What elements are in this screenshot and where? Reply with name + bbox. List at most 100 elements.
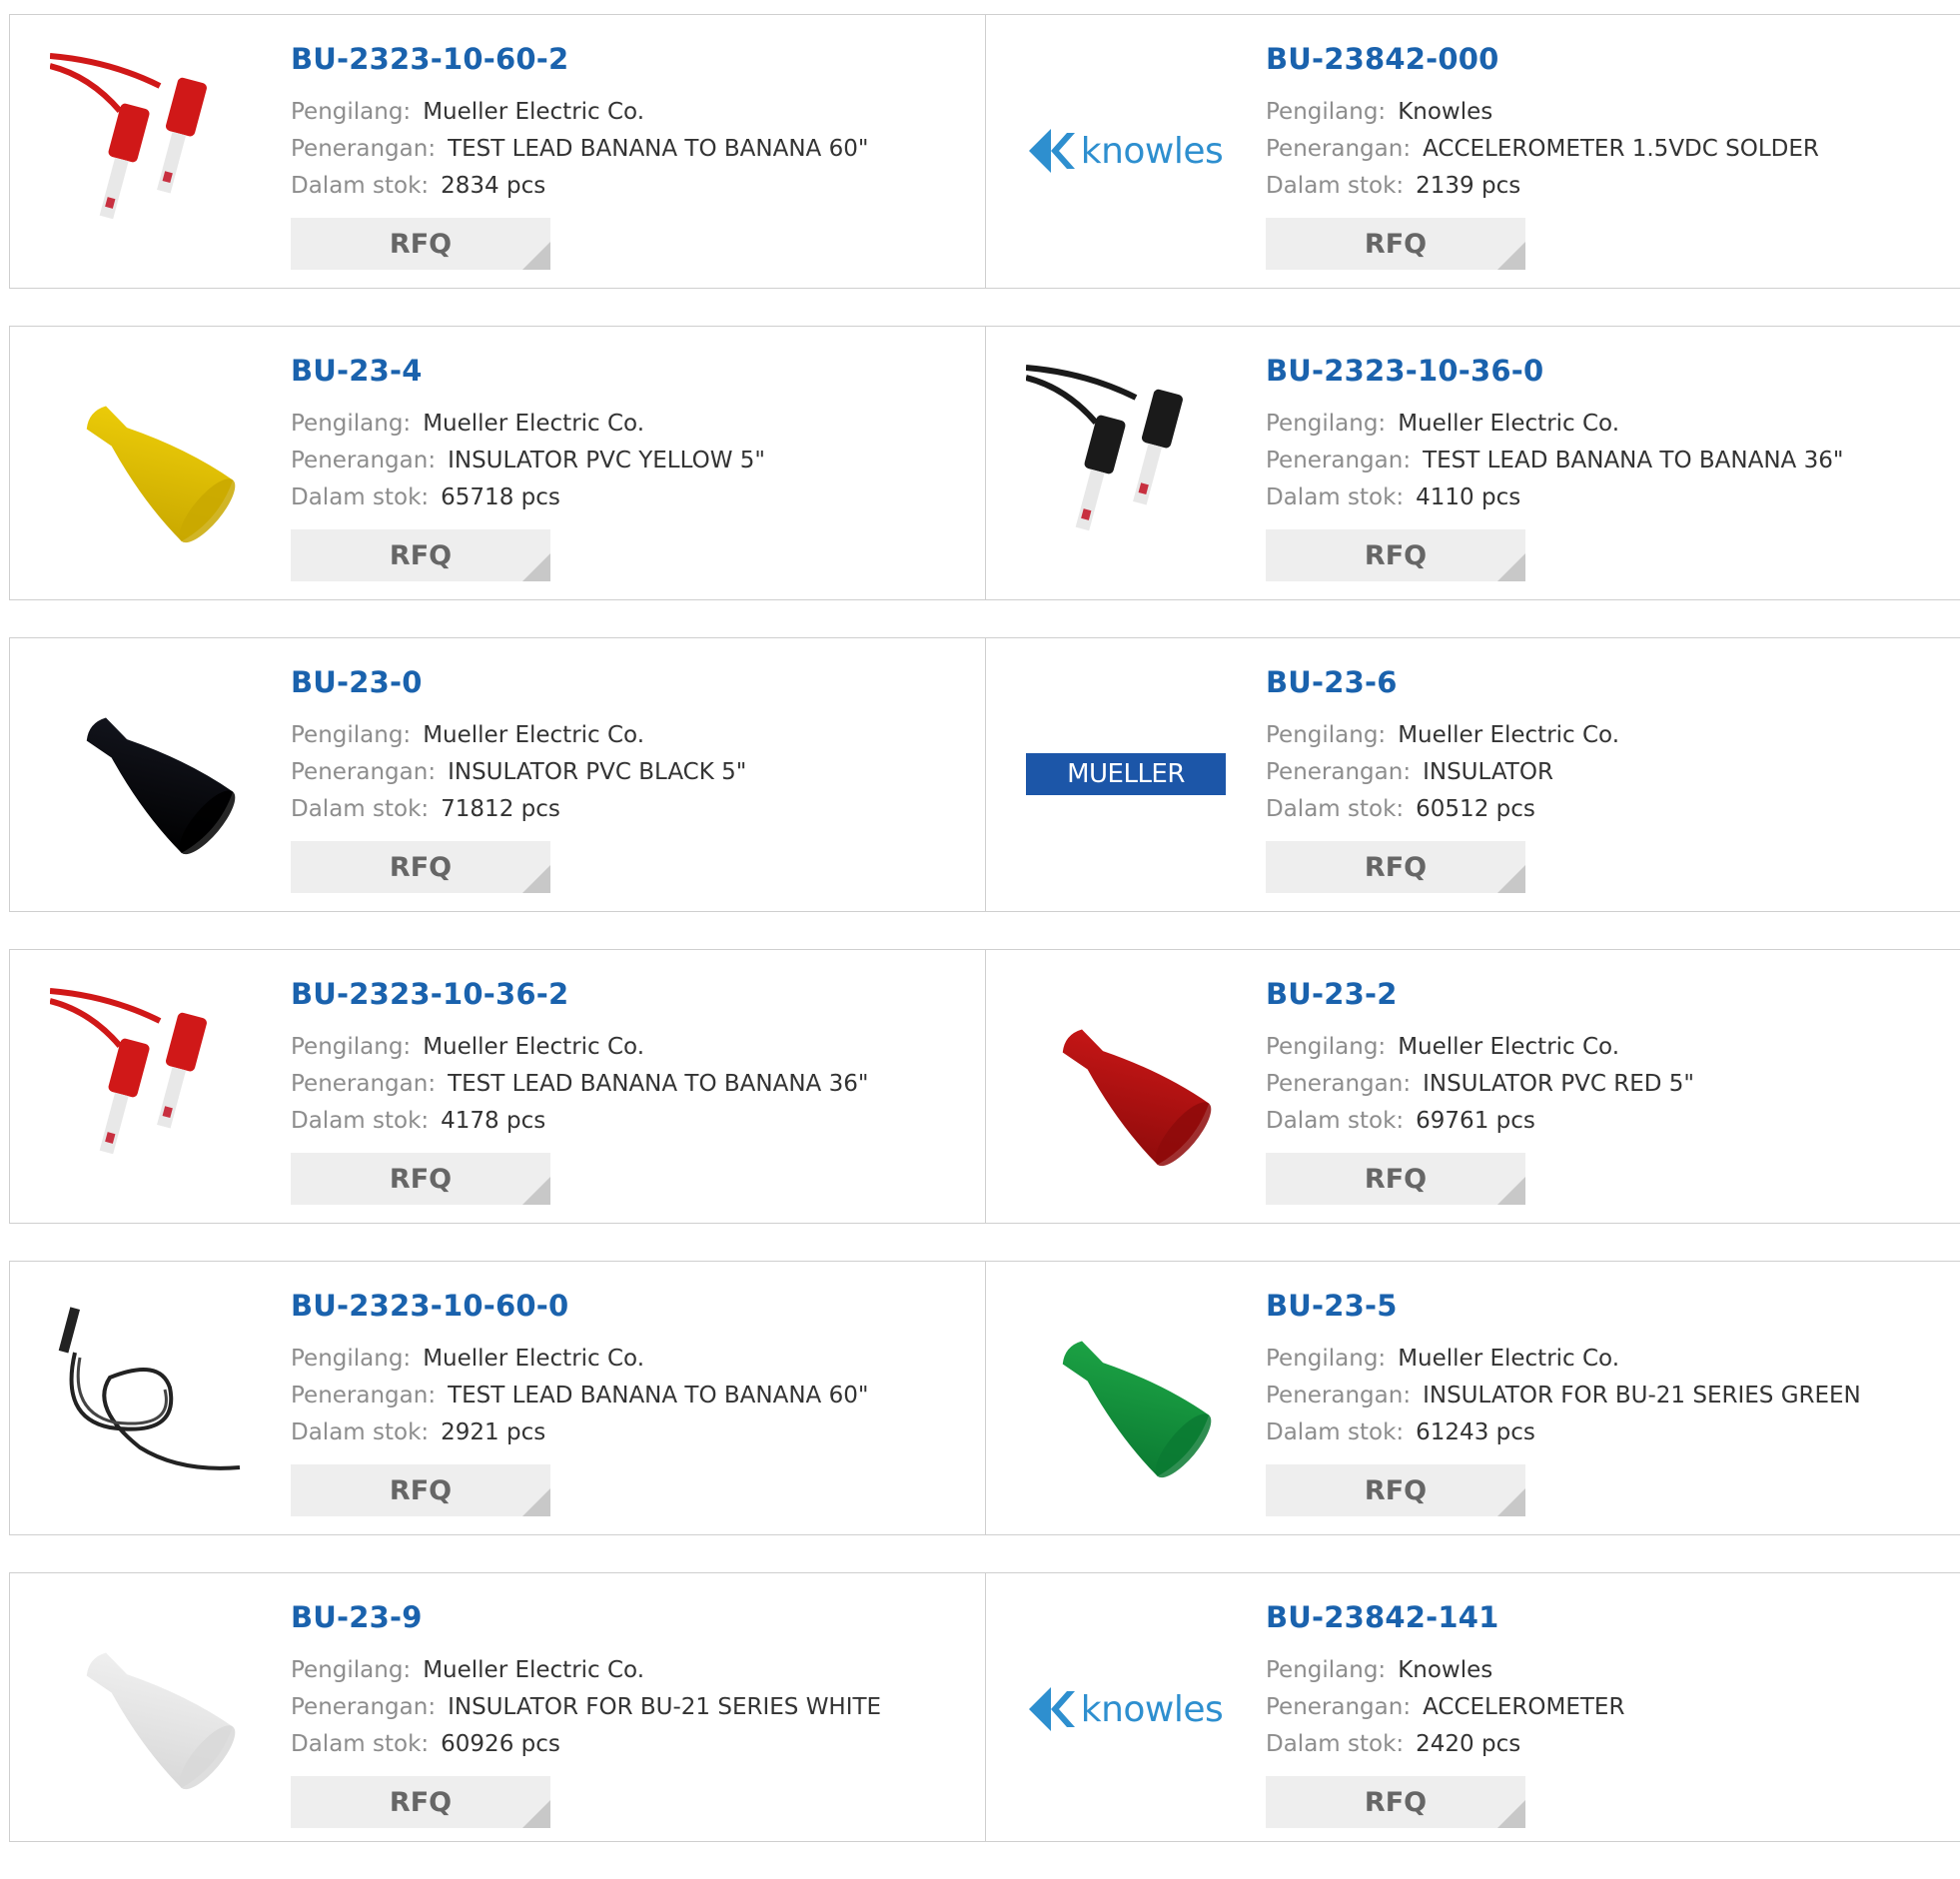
product-card: BU-2323-10-36-2 Pengilang: Mueller Electr… — [9, 949, 986, 1224]
product-image[interactable]: knowles — [1026, 51, 1226, 251]
stock-label: Dalam stok: — [1266, 1419, 1405, 1445]
description-value: TEST LEAD BANANA TO BANANA 36" — [448, 1071, 869, 1097]
product-info: BU-23-0 Pengilang: Mueller Electric Co. P… — [291, 668, 746, 893]
stock-label: Dalam stok: — [1266, 173, 1405, 199]
manufacturer-line: Pengilang: Mueller Electric Co. — [1266, 1341, 1861, 1378]
manufacturer-label: Pengilang: — [291, 1034, 412, 1060]
rfq-button[interactable]: RFQ — [1266, 841, 1525, 893]
stock-line: Dalam stok: 65718 pcs — [291, 479, 765, 516]
stock-line: Dalam stok: 2834 pcs — [291, 168, 868, 205]
rfq-button[interactable]: RFQ — [291, 841, 550, 893]
description-label: Penerangan: — [1266, 1383, 1412, 1409]
description-label: Penerangan: — [291, 448, 437, 473]
rfq-button[interactable]: RFQ — [291, 1153, 550, 1205]
rfq-button[interactable]: RFQ — [1266, 218, 1525, 270]
product-image[interactable] — [50, 51, 250, 251]
rfq-button[interactable]: RFQ — [1266, 1464, 1525, 1516]
part-number-link[interactable]: BU-23-6 — [1266, 668, 1619, 697]
corner-triangle-icon — [1497, 553, 1525, 581]
part-number-link[interactable]: BU-23842-141 — [1266, 1603, 1624, 1632]
product-card: BU-23-9 Pengilang: Mueller Electric Co. P… — [9, 1572, 986, 1842]
stock-line: Dalam stok: 2139 pcs — [1266, 168, 1819, 205]
product-card: knowles BU-23842-141 Pengilang: Knowles P… — [986, 1572, 1960, 1842]
product-image[interactable]: knowles — [1026, 1609, 1226, 1809]
manufacturer-line: Pengilang: Mueller Electric Co. — [291, 406, 765, 443]
stock-label: Dalam stok: — [291, 173, 430, 199]
part-number-link[interactable]: BU-2323-10-36-0 — [1266, 357, 1843, 386]
manufacturer-label: Pengilang: — [1266, 99, 1387, 125]
red-test-lead-image — [50, 988, 207, 1155]
description-label: Penerangan: — [1266, 448, 1412, 473]
stock-value: 2921 pcs — [441, 1419, 546, 1445]
part-number-link[interactable]: BU-23-5 — [1266, 1292, 1861, 1321]
manufacturer-label: Pengilang: — [1266, 411, 1387, 437]
description-line: Penerangan: INSULATOR FOR BU-21 SERIES WH… — [291, 1689, 881, 1726]
rfq-button[interactable]: RFQ — [291, 218, 550, 270]
green-insulator-image — [1062, 1341, 1212, 1478]
description-value: INSULATOR PVC BLACK 5" — [448, 759, 747, 785]
manufacturer-line: Pengilang: Mueller Electric Co. — [1266, 717, 1619, 754]
manufacturer-value: Mueller Electric Co. — [1398, 722, 1620, 748]
part-number-link[interactable]: BU-2323-10-60-0 — [291, 1292, 868, 1321]
rfq-button[interactable]: RFQ — [1266, 1776, 1525, 1828]
corner-triangle-icon — [1497, 1800, 1525, 1828]
red-test-lead-image — [50, 53, 207, 220]
rfq-label: RFQ — [1364, 539, 1428, 571]
part-number-link[interactable]: BU-23-2 — [1266, 980, 1694, 1009]
product-image[interactable] — [50, 363, 250, 562]
stock-label: Dalam stok: — [1266, 1108, 1405, 1134]
product-image[interactable] — [50, 1298, 250, 1497]
part-number-link[interactable]: BU-2323-10-60-2 — [291, 45, 868, 74]
manufacturer-line: Pengilang: Knowles — [1266, 1652, 1624, 1689]
rfq-button[interactable]: RFQ — [291, 1776, 550, 1828]
description-line: Penerangan: INSULATOR — [1266, 754, 1619, 791]
description-value: TEST LEAD BANANA TO BANANA 60" — [448, 136, 869, 162]
product-row: BU-23-4 Pengilang: Mueller Electric Co. P… — [9, 326, 1960, 600]
description-value: INSULATOR PVC YELLOW 5" — [448, 448, 765, 473]
corner-triangle-icon — [522, 1800, 550, 1828]
corner-triangle-icon — [522, 1488, 550, 1516]
product-image[interactable] — [1026, 986, 1226, 1186]
rfq-button[interactable]: RFQ — [291, 1464, 550, 1516]
description-value: TEST LEAD BANANA TO BANANA 60" — [448, 1383, 869, 1409]
rfq-button[interactable]: RFQ — [1266, 1153, 1525, 1205]
product-card: BU-2323-10-60-0 Pengilang: Mueller Electr… — [9, 1261, 986, 1535]
part-number-link[interactable]: BU-23842-000 — [1266, 45, 1819, 74]
part-number-link[interactable]: BU-23-4 — [291, 357, 765, 386]
part-number-link[interactable]: BU-23-0 — [291, 668, 746, 697]
manufacturer-value: Mueller Electric Co. — [1398, 1034, 1620, 1060]
product-image[interactable] — [1026, 1298, 1226, 1497]
product-card: BU-23-4 Pengilang: Mueller Electric Co. P… — [9, 326, 986, 600]
description-line: Penerangan: INSULATOR FOR BU-21 SERIES GR… — [1266, 1378, 1861, 1414]
corner-triangle-icon — [1497, 1488, 1525, 1516]
product-info: BU-2323-10-60-2 Pengilang: Mueller Electr… — [291, 45, 868, 270]
white-insulator-image — [86, 1652, 236, 1790]
yellow-insulator-image — [86, 406, 236, 543]
stock-value: 60926 pcs — [441, 1731, 560, 1757]
rfq-label: RFQ — [1364, 1474, 1428, 1506]
stock-value: 71812 pcs — [441, 796, 560, 822]
product-image[interactable]: MUELLER — [1026, 674, 1226, 874]
product-image[interactable] — [1026, 363, 1226, 562]
part-number-link[interactable]: BU-2323-10-36-2 — [291, 980, 868, 1009]
rfq-label: RFQ — [389, 1163, 453, 1195]
product-image[interactable] — [50, 986, 250, 1186]
stock-value: 4178 pcs — [441, 1108, 546, 1134]
description-line: Penerangan: TEST LEAD BANANA TO BANANA 36… — [291, 1066, 868, 1103]
rfq-button[interactable]: RFQ — [1266, 529, 1525, 581]
stock-line: Dalam stok: 61243 pcs — [1266, 1414, 1861, 1451]
stock-value: 61243 pcs — [1416, 1419, 1535, 1445]
product-info: BU-23-9 Pengilang: Mueller Electric Co. P… — [291, 1603, 881, 1828]
coiled-test-lead-image — [58, 1307, 241, 1470]
rfq-label: RFQ — [1364, 1163, 1428, 1195]
rfq-button[interactable]: RFQ — [291, 529, 550, 581]
stock-label: Dalam stok: — [1266, 1731, 1405, 1757]
product-image[interactable] — [50, 1609, 250, 1809]
part-number-link[interactable]: BU-23-9 — [291, 1603, 881, 1632]
rfq-label: RFQ — [389, 1474, 453, 1506]
product-image[interactable] — [50, 674, 250, 874]
product-row: BU-2323-10-60-2 Pengilang: Mueller Electr… — [9, 14, 1960, 289]
stock-value: 65718 pcs — [441, 484, 560, 510]
manufacturer-label: Pengilang: — [1266, 1657, 1387, 1683]
rfq-label: RFQ — [389, 1786, 453, 1818]
